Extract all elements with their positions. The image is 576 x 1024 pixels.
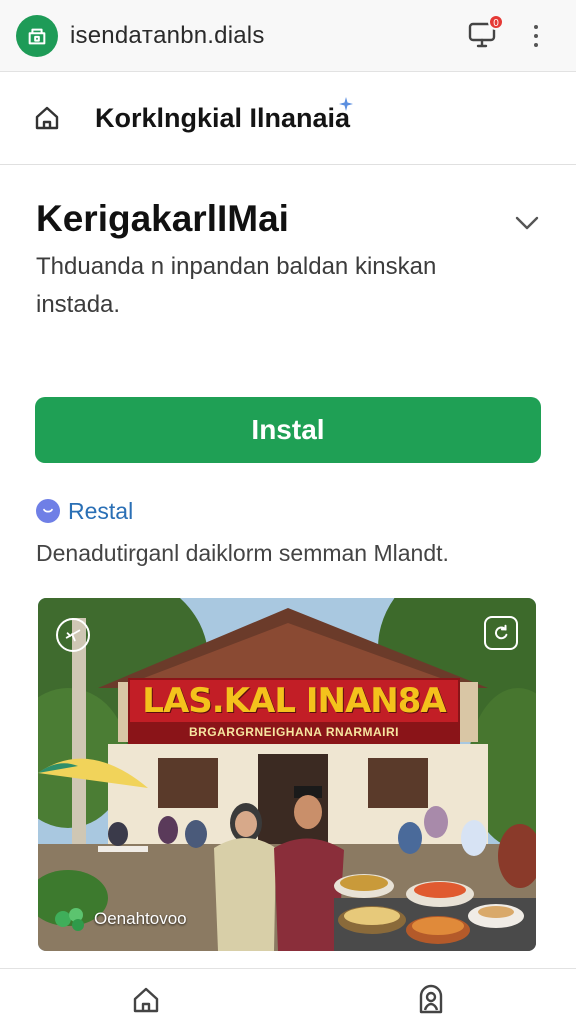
home-icon[interactable]	[131, 985, 161, 1015]
profile-icon[interactable]	[415, 983, 447, 1015]
photo-caption-text: Oenahtovoo	[94, 909, 187, 928]
photo-banner-text: LAS.KAL INAN8A	[142, 681, 446, 721]
photo-scene	[38, 598, 536, 951]
verified-icon	[36, 499, 60, 523]
status-label[interactable]: Restal	[68, 498, 133, 525]
page-header: Korklngkial Ilnanaia	[0, 73, 576, 165]
home-icon[interactable]	[32, 103, 62, 133]
leaf-logo-icon	[55, 908, 84, 931]
install-button[interactable]: Instal	[35, 397, 541, 463]
notification-badge: 0	[488, 14, 504, 30]
app-url-title: isendaтanbn.dials	[70, 22, 265, 49]
app-title: KerigakarlIMai	[36, 198, 289, 239]
bottom-navigation	[0, 968, 576, 1024]
photo-banner-subtext: BRGARGRNEIGHANA RNARMAIRI	[188, 725, 400, 739]
top-app-bar: isendaтanbn.dials 0	[0, 0, 576, 72]
app-subtext: Denadutirganl daiklorm semman Mlandt.	[36, 540, 449, 566]
featured-photo[interactable]: LAS.KAL INAN8A BRGARGRNEIGHANA RNARMAIRI…	[38, 598, 536, 951]
chevron-down-icon[interactable]	[512, 208, 542, 238]
refresh-icon[interactable]	[484, 616, 518, 650]
photo-caption: Oenahtovoo	[54, 906, 187, 932]
page-title: Korklngkial Ilnanaia	[95, 103, 351, 133]
airplane-icon[interactable]	[56, 618, 90, 652]
sparkle-icon	[339, 97, 353, 111]
status-row: Restal	[36, 496, 133, 526]
more-vert-icon[interactable]	[526, 22, 546, 50]
app-description: Thduanda n inpandan baldan kinskan insta…	[36, 253, 437, 318]
store-icon[interactable]	[16, 15, 58, 57]
